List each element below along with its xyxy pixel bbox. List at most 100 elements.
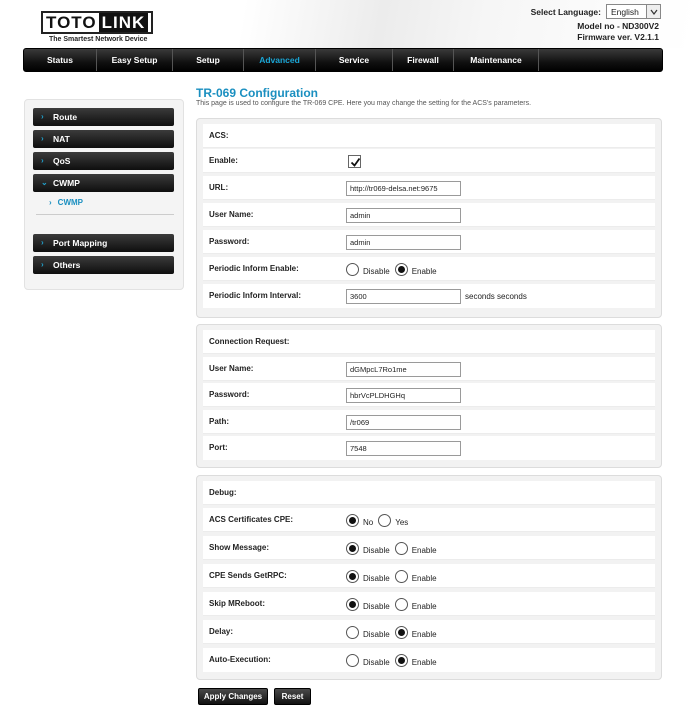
getrpc-enable-radio[interactable] <box>394 569 408 583</box>
connection-password-input[interactable]: hbrVcPLDHGHq <box>346 387 461 403</box>
show-message-disable-radio[interactable] <box>346 541 359 555</box>
totolink-logo: TOTO LINK The Smartest Network Device <box>41 11 156 43</box>
radio-option-label: Enable <box>411 657 437 667</box>
nav-easy-setup[interactable]: Easy Setup <box>97 49 173 71</box>
chevron-right-icon: › <box>49 198 52 207</box>
nav-advanced[interactable]: Advanced <box>244 49 316 71</box>
language-selector-row: Select Language: English <box>531 4 661 19</box>
debug-row-label: Delay: <box>209 627 234 636</box>
radio-option-label: Disable <box>363 657 390 667</box>
sidebar-item-cwmp[interactable]: ⌄ CWMP <box>33 174 174 192</box>
nav-status[interactable]: Status <box>24 49 97 71</box>
acs-periodic-enable-row: Periodic Inform Enable: Disable Enable <box>203 257 655 281</box>
acs-interval-input[interactable]: 3600 <box>346 288 461 304</box>
nav-setup[interactable]: Setup <box>173 49 244 71</box>
language-select[interactable]: English <box>606 4 661 19</box>
show-message-enable-radio[interactable] <box>394 541 408 555</box>
apply-changes-button[interactable]: Apply Changes <box>198 688 268 705</box>
connection-request-panel: Connection Request: User Name: dGMpcL7Ro… <box>196 324 662 468</box>
acs-interval-unit: seconds seconds <box>465 291 527 301</box>
debug-panel: Debug: ACS Certificates CPE: No Yes Show… <box>196 475 662 680</box>
acs-interval-label: Periodic Inform Interval: <box>209 291 302 300</box>
radio-option-label: Disable <box>363 573 390 583</box>
connection-username-row: User Name: dGMpcL7Ro1me <box>203 357 655 381</box>
sidebar-item-nat[interactable]: › NAT <box>33 130 174 148</box>
firmware-version: Firmware ver. V2.1.1 <box>577 32 659 42</box>
sidebar-subitem-cwmp[interactable]: › CWMP <box>49 198 83 207</box>
connection-port-input[interactable]: 7548 <box>346 440 461 456</box>
debug-heading: Debug: <box>209 488 237 497</box>
sidebar-item-label: QoS <box>53 156 71 166</box>
logo-text-toto: TOTO <box>46 13 97 32</box>
logo-tagline: The Smartest Network Device <box>49 36 148 43</box>
sidebar-divider <box>36 214 174 215</box>
nav-firewall[interactable]: Firewall <box>393 49 454 71</box>
acs-url-row: URL: http://tr069-delsa.net:9675 <box>203 176 655 200</box>
auto-execution-disable-radio[interactable] <box>346 653 359 667</box>
acs-heading-row: ACS: <box>203 124 655 148</box>
debug-show-message-row: Show Message: Disable Enable <box>203 536 655 560</box>
debug-row-label: Skip MReboot: <box>209 599 265 608</box>
radio-option-label: Enable <box>411 573 437 583</box>
nav-maintenance[interactable]: Maintenance <box>454 49 539 71</box>
sidebar-item-label: CWMP <box>53 178 80 188</box>
acs-panel: ACS: Enable: URL: http://tr069-delsa.net… <box>196 118 662 318</box>
radio-option-label: Disable <box>363 629 390 639</box>
acs-password-input[interactable]: admin <box>346 234 461 250</box>
connection-username-label: User Name: <box>209 364 254 373</box>
acs-interval-row: Periodic Inform Interval: 3600 seconds s… <box>203 284 655 308</box>
radio-option-label: Yes <box>395 517 409 527</box>
connection-password-row: Password: hbrVcPLDHGHq <box>203 383 655 407</box>
acs-url-input[interactable]: http://tr069-delsa.net:9675 <box>346 180 461 196</box>
radio-option-label: Enable <box>411 629 437 639</box>
skip-mreboot-disable-radio[interactable] <box>346 597 359 611</box>
sidebar-subitem-label: CWMP <box>57 198 83 207</box>
chevron-right-icon: › <box>41 134 44 143</box>
debug-auto-execution-row: Auto-Execution: Disable Enable <box>203 648 655 672</box>
skip-mreboot-enable-radio[interactable] <box>394 597 408 611</box>
sidebar-item-qos[interactable]: › QoS <box>33 152 174 170</box>
sidebar-item-label: Others <box>53 260 81 270</box>
connection-username-input[interactable]: dGMpcL7Ro1me <box>346 361 461 377</box>
nav-service[interactable]: Service <box>316 49 393 71</box>
getrpc-disable-radio[interactable] <box>346 569 359 583</box>
acs-username-input[interactable]: admin <box>346 207 461 223</box>
periodic-enable-radio[interactable] <box>394 262 408 276</box>
debug-row-label: Show Message: <box>209 543 270 552</box>
acs-username-label: User Name: <box>209 210 254 219</box>
acs-heading: ACS: <box>209 131 229 140</box>
reset-button[interactable]: Reset <box>274 688 311 705</box>
acs-certificates-no-radio[interactable] <box>346 513 359 527</box>
periodic-disable-radio[interactable] <box>346 262 359 276</box>
acs-password-row: Password: admin <box>203 230 655 254</box>
sidebar: › Route › NAT › QoS ⌄ CWMP › CWMP › Port… <box>24 99 184 290</box>
chevron-right-icon: › <box>41 260 44 269</box>
connection-heading-row: Connection Request: <box>203 330 655 354</box>
auto-execution-enable-radio[interactable] <box>394 653 408 667</box>
sidebar-item-port-mapping[interactable]: › Port Mapping <box>33 234 174 252</box>
debug-skip-mreboot-row: Skip MReboot: Disable Enable <box>203 592 655 616</box>
periodic-disable-label: Disable <box>363 266 390 276</box>
connection-path-label: Path: <box>209 417 229 426</box>
connection-path-row: Path: /tr069 <box>203 410 655 434</box>
logo-text-link: LINK <box>98 13 149 32</box>
acs-enable-checkbox[interactable] <box>348 154 361 168</box>
main-nav: Status Easy Setup Setup Advanced Service… <box>23 48 663 72</box>
sidebar-item-route[interactable]: › Route <box>33 108 174 126</box>
connection-port-label: Port: <box>209 443 228 452</box>
acs-url-label: URL: <box>209 183 229 192</box>
delay-disable-radio[interactable] <box>346 625 359 639</box>
delay-enable-radio[interactable] <box>394 625 408 639</box>
acs-enable-label: Enable: <box>209 156 238 165</box>
sidebar-item-label: NAT <box>53 134 70 144</box>
radio-option-label: Disable <box>363 601 390 611</box>
radio-option-label: Disable <box>363 545 390 555</box>
periodic-enable-label: Enable <box>411 266 437 276</box>
language-value: English <box>611 6 639 17</box>
connection-path-input[interactable]: /tr069 <box>346 414 461 430</box>
acs-certificates-yes-radio[interactable] <box>378 513 392 527</box>
sidebar-item-others[interactable]: › Others <box>33 256 174 274</box>
connection-port-row: Port: 7548 <box>203 436 655 460</box>
chevron-down-icon[interactable] <box>646 5 660 18</box>
language-label: Select Language: <box>530 6 601 17</box>
